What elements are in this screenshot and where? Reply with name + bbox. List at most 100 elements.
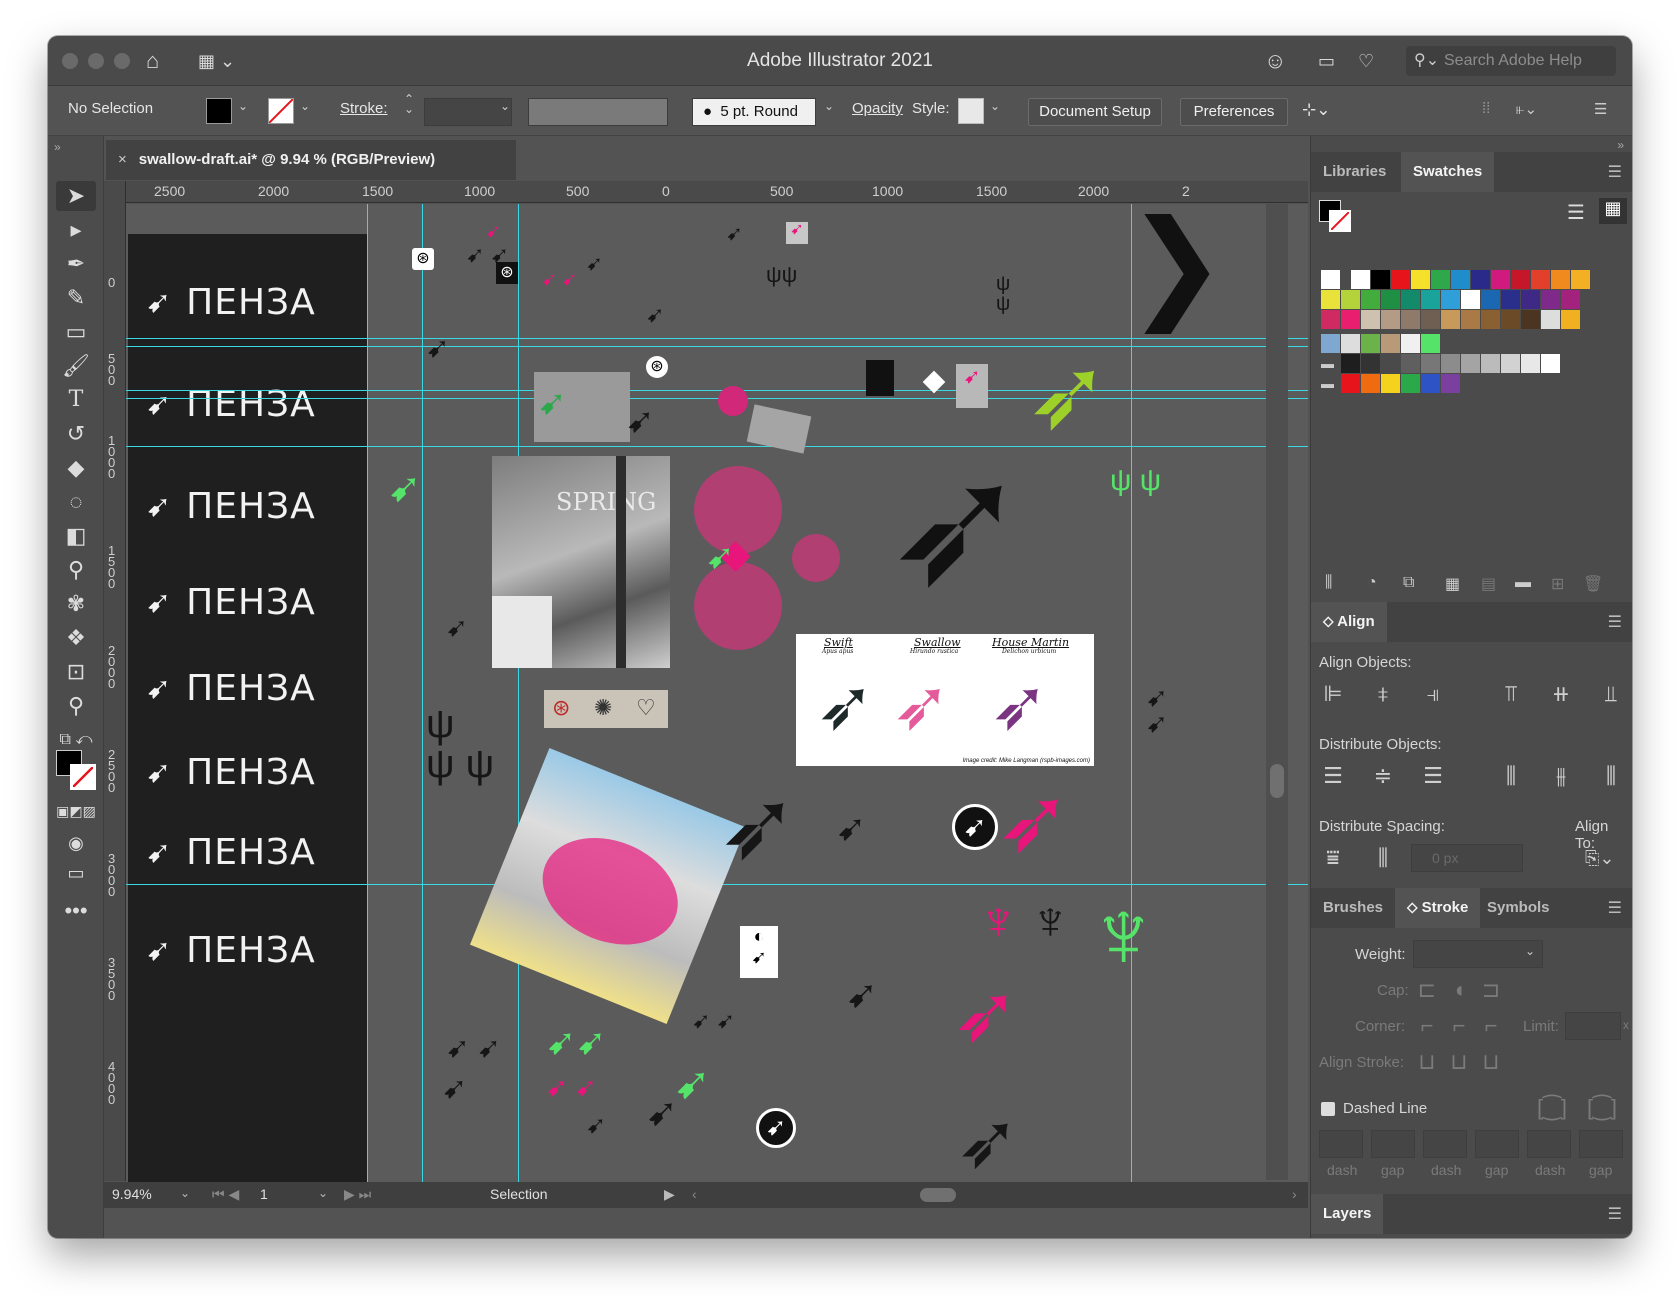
color-swatch[interactable] xyxy=(1521,354,1540,373)
guide[interactable] xyxy=(367,204,368,1182)
small-swallow-icon[interactable]: ➹ ➹ xyxy=(692,1010,735,1032)
penza-logo[interactable]: ➹ ПЕНЗА xyxy=(146,752,316,793)
type-tool-icon[interactable]: T xyxy=(56,385,96,415)
distribute-v-center-icon[interactable]: ≑ xyxy=(1369,762,1397,790)
street-photo[interactable]: SPRING xyxy=(492,456,670,668)
color-swatch[interactable] xyxy=(1421,374,1440,393)
library-icon[interactable]: ⫼ xyxy=(1325,574,1332,592)
black-tail-cluster-icon[interactable]: ψψ ψ xyxy=(426,704,494,784)
color-swatch[interactable] xyxy=(1421,310,1440,329)
miter-join-icon[interactable]: ⌐ xyxy=(1413,1012,1441,1040)
color-swatch[interactable] xyxy=(1521,310,1540,329)
reference-card[interactable]: Swift Apus apus Swallow Hirundo rustica … xyxy=(796,634,1094,766)
color-swatch[interactable] xyxy=(1501,310,1520,329)
more-tools-icon[interactable]: ••• xyxy=(56,896,96,926)
artboard-tool-icon[interactable]: ⊡ xyxy=(56,657,96,687)
color-swatch[interactable] xyxy=(1321,310,1340,329)
vertical-ruler[interactable]: 0 500 1000 1500 2000 2500 3000 3500 4000 xyxy=(104,181,126,1181)
artboard-number[interactable]: 1 xyxy=(260,1186,268,1202)
hscroll-thumb[interactable] xyxy=(920,1188,956,1202)
green-swallow-icon[interactable]: ➹ xyxy=(538,386,567,420)
help-search-input[interactable]: ⚲⌄ Search Adobe Help xyxy=(1406,46,1616,76)
swatch-options-icon[interactable]: ▤ xyxy=(1481,574,1496,594)
first-artboard-icon[interactable]: ⏮ ◀ xyxy=(212,1186,239,1203)
black-swallow-icon[interactable]: ➶ xyxy=(718,778,798,874)
kind-icon[interactable]: ◔ xyxy=(1367,574,1377,592)
large-black-swallow-icon[interactable]: ➶ xyxy=(886,440,1028,610)
align-h-center-icon[interactable]: ⧧ xyxy=(1369,680,1397,708)
pink-circle[interactable] xyxy=(718,386,748,416)
dash-field[interactable] xyxy=(1319,1130,1363,1158)
align-left-icon[interactable]: ⊫ xyxy=(1319,680,1347,708)
color-swatch[interactable] xyxy=(1401,310,1420,329)
scroll-right-icon[interactable]: › xyxy=(1292,1186,1297,1202)
small-swallow-icon[interactable]: ➹ xyxy=(586,254,603,274)
stroke-label[interactable]: Stroke: xyxy=(340,100,388,117)
small-swallow-icon[interactable]: ➹ ➹ xyxy=(466,244,509,266)
color-swatch[interactable] xyxy=(1381,374,1400,393)
swallow-sketch-card[interactable]: ◐ ➹ xyxy=(740,926,778,978)
opacity-label[interactable]: Opacity xyxy=(852,100,903,117)
panel-menu-icon[interactable]: ☰ xyxy=(1608,612,1622,632)
small-swallow-icon[interactable]: ➹ xyxy=(646,304,664,326)
color-swatch[interactable] xyxy=(1341,310,1360,329)
align-top-icon[interactable]: ⫪ xyxy=(1497,680,1525,708)
color-swatch[interactable] xyxy=(1391,270,1410,289)
badge-strip[interactable]: ⊛ ✺ ♡ xyxy=(544,690,668,728)
penza-logo[interactable]: ➹ ПЕНЗА xyxy=(146,668,316,709)
color-swatch[interactable] xyxy=(1341,374,1360,393)
align-stroke-outside-icon[interactable]: ⊔ xyxy=(1477,1048,1505,1076)
color-swatch[interactable] xyxy=(1441,354,1460,373)
pink-swallow-pair-icon[interactable]: ➹ ➹ xyxy=(546,1074,597,1100)
zoom-dropdown-icon[interactable]: ⌄ xyxy=(180,1186,190,1200)
dash-preserve-icon[interactable]: [⁐] xyxy=(1529,1094,1575,1122)
vertical-spacing-icon[interactable]: ⩸ xyxy=(1319,844,1347,872)
penza-logo[interactable]: ➹ ПЕНЗА xyxy=(146,930,316,971)
weight-dropdown-icon[interactable]: ⌄ xyxy=(1525,944,1535,958)
stroke-swatch[interactable] xyxy=(268,98,294,124)
swallow-closeup-photo[interactable] xyxy=(470,748,746,1024)
color-swatch[interactable] xyxy=(1381,354,1400,373)
green-swallow-pair-icon[interactable]: ➹➹ xyxy=(546,1024,606,1060)
green-swallow-icon[interactable]: ➹ xyxy=(674,1062,711,1106)
align-v-center-icon[interactable]: ⧺ xyxy=(1547,680,1575,708)
pink-swallow-icon[interactable]: ➶ xyxy=(996,776,1071,866)
document-tab[interactable]: × swallow-draft.ai* @ 9.94 % (RGB/Preview… xyxy=(106,140,516,180)
color-swatch[interactable] xyxy=(1361,290,1380,309)
tab-brushes[interactable]: Brushes xyxy=(1311,888,1395,928)
color-swatch[interactable] xyxy=(1341,354,1360,373)
zoom-level[interactable]: 9.94% xyxy=(112,1186,152,1202)
close-tab-icon[interactable]: × xyxy=(118,151,127,168)
panel-menu-icon[interactable]: ☰ xyxy=(1608,898,1622,918)
lime-swallow-icon[interactable]: ➶ xyxy=(1026,344,1110,444)
color-swatch[interactable] xyxy=(1421,354,1440,373)
small-pink-swallow-icon[interactable]: ➹ xyxy=(486,222,501,240)
selection-tool-icon[interactable]: ➤ xyxy=(56,181,96,211)
penza-logo[interactable]: ➹ ПЕНЗА xyxy=(146,832,316,873)
collapse-icon[interactable]: » xyxy=(54,140,61,154)
stroke-dropdown-icon[interactable]: ⌄ xyxy=(300,99,310,113)
spacing-value-field[interactable]: 0 px xyxy=(1411,844,1523,872)
grid-view-icon[interactable]: ▦ xyxy=(1599,198,1627,224)
draw-mode-icon[interactable]: ◉ xyxy=(56,828,96,858)
color-swatch[interactable] xyxy=(1501,354,1520,373)
scroll-thumb[interactable] xyxy=(1270,764,1284,798)
color-swatch[interactable] xyxy=(1371,270,1390,289)
round-cap-icon[interactable]: ◖ xyxy=(1445,976,1473,1004)
align-to-selection-icon[interactable]: ⎘⌄ xyxy=(1585,844,1614,872)
horizontal-spacing-icon[interactable]: ⫼ xyxy=(1369,844,1397,872)
gap-field[interactable] xyxy=(1475,1130,1519,1158)
transform-icon[interactable]: ⊹⌄ xyxy=(1302,100,1331,120)
gradient-swatch-icon[interactable] xyxy=(1421,334,1440,353)
limit-field[interactable] xyxy=(1565,1012,1621,1040)
stroke-weight-dropdown-icon[interactable]: ⌄ xyxy=(500,99,510,113)
color-swatch[interactable] xyxy=(1341,290,1360,309)
tab-symbols[interactable]: Symbols xyxy=(1475,888,1562,928)
color-swatch[interactable] xyxy=(1471,270,1490,289)
tab-layers[interactable]: Layers xyxy=(1311,1194,1384,1234)
dash-field[interactable] xyxy=(1527,1130,1571,1158)
color-swatch[interactable] xyxy=(1441,290,1460,309)
color-swatch[interactable] xyxy=(1351,270,1370,289)
pen-tool-icon[interactable]: ✒ xyxy=(56,249,96,279)
delete-swatch-icon[interactable]: 🗑 xyxy=(1583,574,1603,594)
